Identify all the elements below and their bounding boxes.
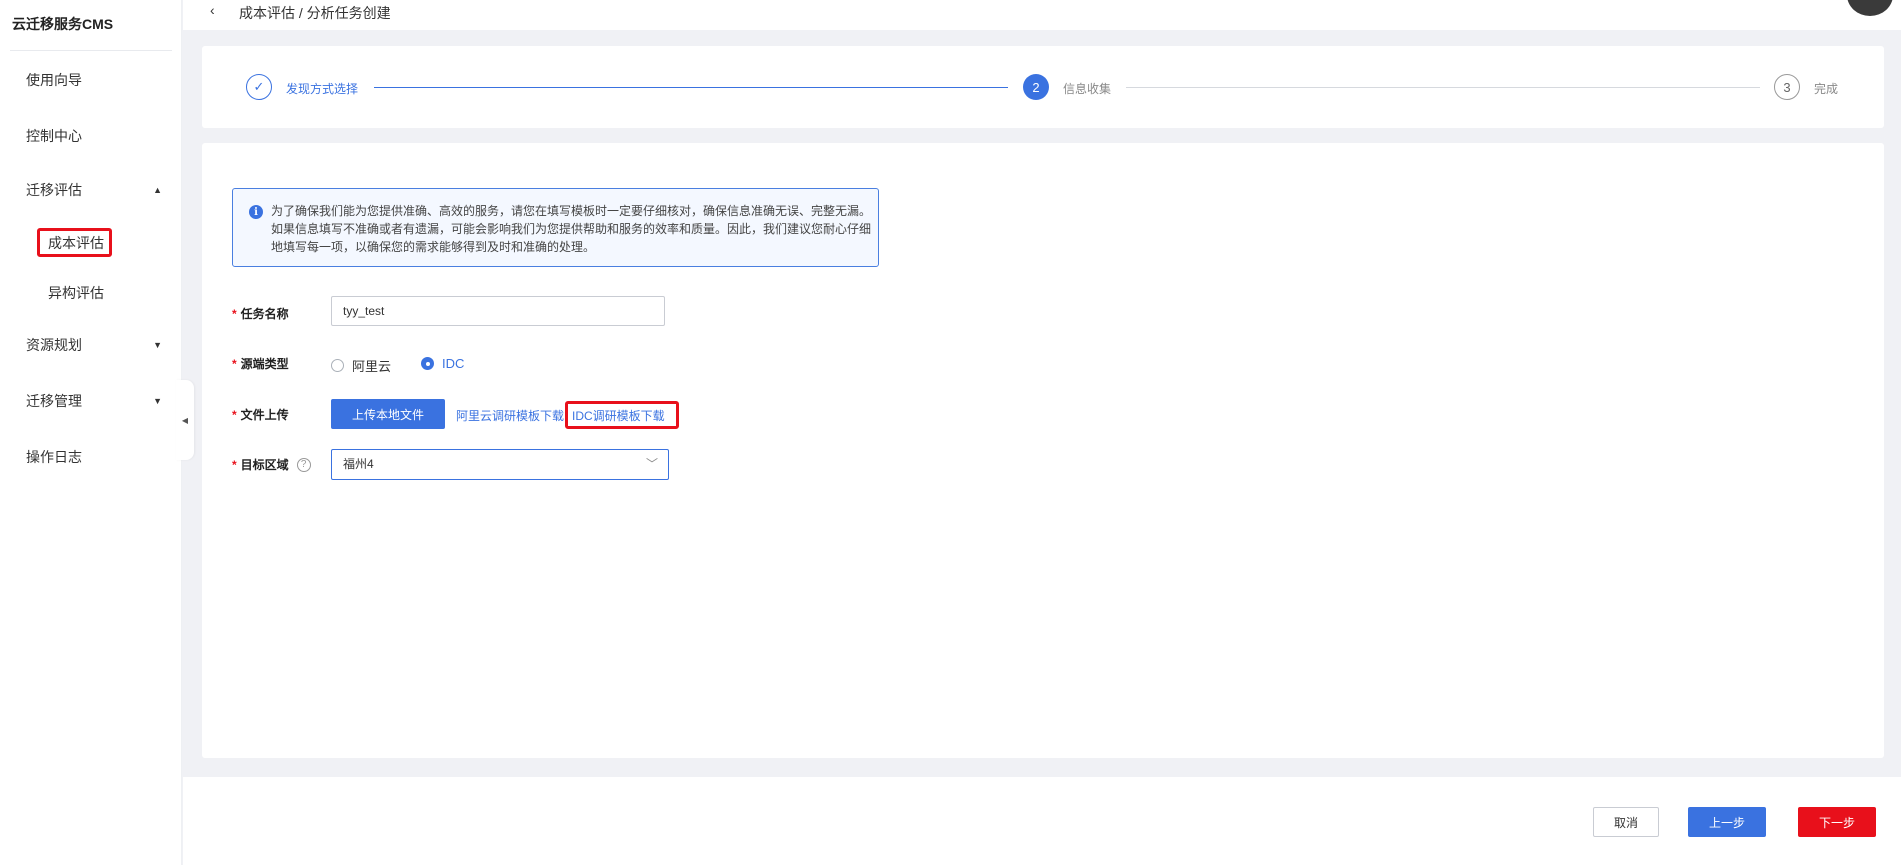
sidebar-item-migration-assessment[interactable]: 迁移评估 ▲ bbox=[26, 180, 162, 200]
file-upload-label: * 文件上传 bbox=[232, 406, 289, 423]
radio-aliyun[interactable]: 阿里云 bbox=[331, 356, 391, 375]
task-name-input[interactable]: tyy_test bbox=[331, 296, 665, 326]
required-mark: * bbox=[232, 407, 237, 422]
aliyun-template-download-link[interactable]: 阿里云调研模板下载 bbox=[456, 407, 564, 424]
target-region-select[interactable]: 福州4 ﹀ bbox=[331, 449, 669, 480]
sidebar-divider bbox=[10, 50, 172, 51]
sidebar-item-operation-log[interactable]: 操作日志 bbox=[26, 447, 162, 467]
file-upload-label-text: 文件上传 bbox=[240, 408, 289, 422]
previous-step-button[interactable]: 上一步 bbox=[1688, 807, 1766, 837]
radio-idc[interactable]: IDC bbox=[421, 356, 464, 371]
sidebar: 云迁移服务CMS 使用向导 控制中心 迁移评估 ▲ 成本评估 异构评估 资源规划… bbox=[0, 0, 182, 865]
help-icon[interactable]: ? bbox=[296, 457, 311, 472]
caret-up-icon: ▲ bbox=[153, 185, 162, 195]
target-region-label-text: 目标区域 bbox=[240, 458, 289, 472]
caret-down-icon: ▼ bbox=[153, 396, 162, 406]
step-connector-2 bbox=[1126, 87, 1760, 88]
step-2-number: 2 bbox=[1023, 74, 1049, 100]
radio-checked-icon bbox=[421, 357, 434, 370]
step-1-label: 发现方式选择 bbox=[286, 82, 359, 96]
highlight-box bbox=[37, 228, 112, 257]
radio-unchecked-icon bbox=[331, 359, 344, 372]
task-name-label-text: 任务名称 bbox=[240, 307, 289, 321]
upload-local-file-button[interactable]: 上传本地文件 bbox=[331, 399, 445, 429]
sidebar-item-control-center[interactable]: 控制中心 bbox=[26, 126, 162, 146]
required-mark: * bbox=[232, 306, 237, 321]
source-type-label-text: 源端类型 bbox=[240, 357, 289, 371]
info-icon: i bbox=[249, 205, 263, 219]
sidebar-item-label: 异构评估 bbox=[48, 285, 104, 301]
sidebar-item-resource-planning[interactable]: 资源规划 ▼ bbox=[26, 335, 162, 355]
step-1-check-icon: ✓ bbox=[246, 74, 272, 100]
sidebar-item-label: 资源规划 bbox=[26, 337, 82, 353]
steps-card: ✓ 发现方式选择 2 信息收集 3 完成 bbox=[202, 46, 1884, 128]
breadcrumb: 成本评估 / 分析任务创建 bbox=[239, 5, 391, 21]
avatar[interactable] bbox=[1847, 0, 1893, 16]
step-3-label: 完成 bbox=[1814, 82, 1839, 96]
chevron-left-icon: ◀ bbox=[181, 415, 189, 425]
required-mark: * bbox=[232, 457, 237, 472]
sidebar-item-label: 迁移评估 bbox=[26, 182, 82, 198]
sidebar-item-label: 使用向导 bbox=[26, 72, 82, 88]
sidebar-item-migration-management[interactable]: 迁移管理 ▼ bbox=[26, 391, 162, 411]
radio-label: IDC bbox=[442, 356, 465, 371]
highlight-box bbox=[565, 401, 679, 429]
sidebar-item-label: 操作日志 bbox=[26, 449, 82, 465]
required-mark: * bbox=[232, 356, 237, 371]
caret-down-icon: ▼ bbox=[153, 340, 162, 350]
step-connector-1 bbox=[374, 87, 1008, 88]
task-name-label: * 任务名称 bbox=[232, 305, 289, 322]
cancel-button[interactable]: 取消 bbox=[1593, 807, 1659, 837]
app-title: 云迁移服务CMS bbox=[12, 16, 114, 32]
sidebar-collapse-toggle[interactable]: ◀ bbox=[176, 380, 194, 460]
sidebar-subitem-heterogeneous-assessment[interactable]: 异构评估 bbox=[48, 283, 104, 303]
footer-bar: 取消 上一步 下一步 bbox=[183, 777, 1901, 865]
step-3-number: 3 bbox=[1774, 74, 1800, 100]
chevron-down-icon: ﹀ bbox=[645, 457, 658, 471]
sidebar-item-label: 迁移管理 bbox=[26, 393, 82, 409]
top-header: ‹ 成本评估 / 分析任务创建 bbox=[183, 0, 1901, 30]
target-region-label: * 目标区域 ? bbox=[232, 456, 311, 473]
notice-text: 为了确保我们能为您提供准确、高效的服务，请您在填写模板时一定要仔细核对，确保信息… bbox=[271, 204, 872, 254]
form-card: i 为了确保我们能为您提供准确、高效的服务，请您在填写模板时一定要仔细核对，确保… bbox=[202, 143, 1884, 758]
sidebar-item-label: 控制中心 bbox=[26, 128, 82, 144]
info-notice: i 为了确保我们能为您提供准确、高效的服务，请您在填写模板时一定要仔细核对，确保… bbox=[232, 188, 879, 267]
step-2-label: 信息收集 bbox=[1063, 82, 1112, 96]
next-step-button[interactable]: 下一步 bbox=[1798, 807, 1876, 837]
select-value: 福州4 bbox=[343, 457, 374, 471]
back-arrow-icon[interactable]: ‹ bbox=[210, 2, 215, 18]
source-type-label: * 源端类型 bbox=[232, 355, 289, 372]
sidebar-item-guide[interactable]: 使用向导 bbox=[26, 70, 162, 90]
radio-label: 阿里云 bbox=[352, 359, 392, 374]
